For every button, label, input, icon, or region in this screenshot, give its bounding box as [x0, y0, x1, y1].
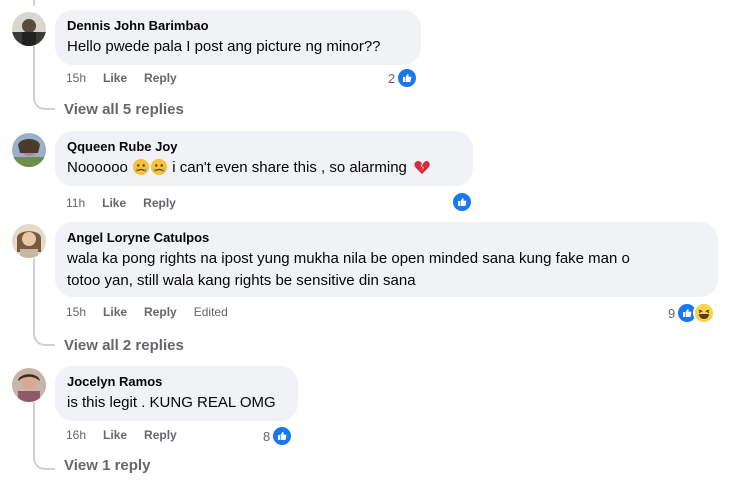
comment-bubble: Qqueen Rube Joy Noooooo i can't even sha…: [55, 131, 473, 186]
reaction-count: 8: [263, 428, 271, 444]
like-button[interactable]: Like: [103, 305, 127, 319]
avatar[interactable]: [12, 133, 46, 167]
comment-actions: 15h Like Reply Edited: [66, 305, 245, 319]
like-icon: [271, 425, 294, 447]
view-replies-link[interactable]: View all 5 replies: [64, 101, 184, 118]
comment-bubble: Dennis John Barimbao Hello pwede pala I …: [55, 10, 421, 65]
crying-face-icon: [133, 159, 150, 175]
comment-author[interactable]: Angel Loryne Catulpos: [67, 230, 706, 246]
comment-author[interactable]: Dennis John Barimbao: [67, 18, 409, 34]
thread-line: [33, 402, 35, 456]
thread-line: [33, 46, 35, 96]
crying-face-icon: [151, 159, 168, 175]
comment-actions: 15h Like Reply: [66, 71, 194, 85]
thread-connector: [33, 456, 55, 470]
comment-text: is this legit . KUNG REAL OMG: [67, 394, 276, 411]
view-replies-link[interactable]: View all 2 replies: [64, 337, 184, 354]
comment-text-part: i can't even share this , so alarming: [172, 159, 407, 176]
comment-author[interactable]: Jocelyn Ramos: [67, 374, 286, 390]
comment-time[interactable]: 15h: [66, 305, 86, 319]
reaction-summary[interactable]: [450, 191, 473, 213]
like-button[interactable]: Like: [103, 71, 127, 85]
comment-author[interactable]: Qqueen Rube Joy: [67, 139, 461, 155]
comment-actions: 11h Like Reply: [66, 196, 193, 210]
reaction-summary[interactable]: 2: [388, 67, 419, 89]
thread-line: [33, 258, 35, 332]
comment-text: Noooooo i can't even share this , so ala…: [67, 158, 461, 181]
like-icon: [396, 67, 419, 89]
comment-time[interactable]: 15h: [66, 71, 86, 85]
comment-text-part: Noooooo: [67, 159, 128, 176]
haha-icon: [693, 302, 716, 324]
reply-button[interactable]: Reply: [144, 428, 177, 442]
reaction-summary[interactable]: 8: [263, 425, 294, 447]
avatar[interactable]: [12, 224, 46, 258]
reaction-count: 2: [388, 70, 396, 86]
comment-text-line: wala ka pong rights na ipost yung mukha …: [67, 250, 630, 267]
avatar[interactable]: [12, 368, 46, 402]
comment-text: Hello pwede pala I post ang picture ng m…: [67, 38, 381, 55]
reaction-summary[interactable]: 9: [668, 302, 716, 324]
comment-time[interactable]: 11h: [66, 196, 85, 210]
reply-button[interactable]: Reply: [144, 305, 177, 319]
reply-button[interactable]: Reply: [143, 196, 176, 210]
edited-label: Edited: [193, 305, 228, 319]
like-button[interactable]: Like: [102, 196, 126, 210]
thread-connector: [33, 96, 55, 110]
view-replies-link[interactable]: View 1 reply: [64, 457, 150, 474]
reply-button[interactable]: Reply: [144, 71, 177, 85]
broken-heart-icon: [414, 160, 430, 181]
reaction-count: 9: [668, 305, 676, 321]
like-button[interactable]: Like: [103, 428, 127, 442]
comment-text-line: totoo yan, still wala kang rights be sen…: [67, 272, 416, 289]
comment-time[interactable]: 16h: [66, 428, 86, 442]
avatar[interactable]: [12, 12, 46, 46]
comment-bubble: Jocelyn Ramos is this legit . KUNG REAL …: [55, 366, 298, 421]
thread-line-top: [33, 0, 35, 6]
comment-bubble: Angel Loryne Catulpos wala ka pong right…: [55, 222, 718, 297]
comment-actions: 16h Like Reply: [66, 428, 194, 442]
like-icon: [451, 191, 473, 213]
thread-connector: [33, 332, 55, 346]
